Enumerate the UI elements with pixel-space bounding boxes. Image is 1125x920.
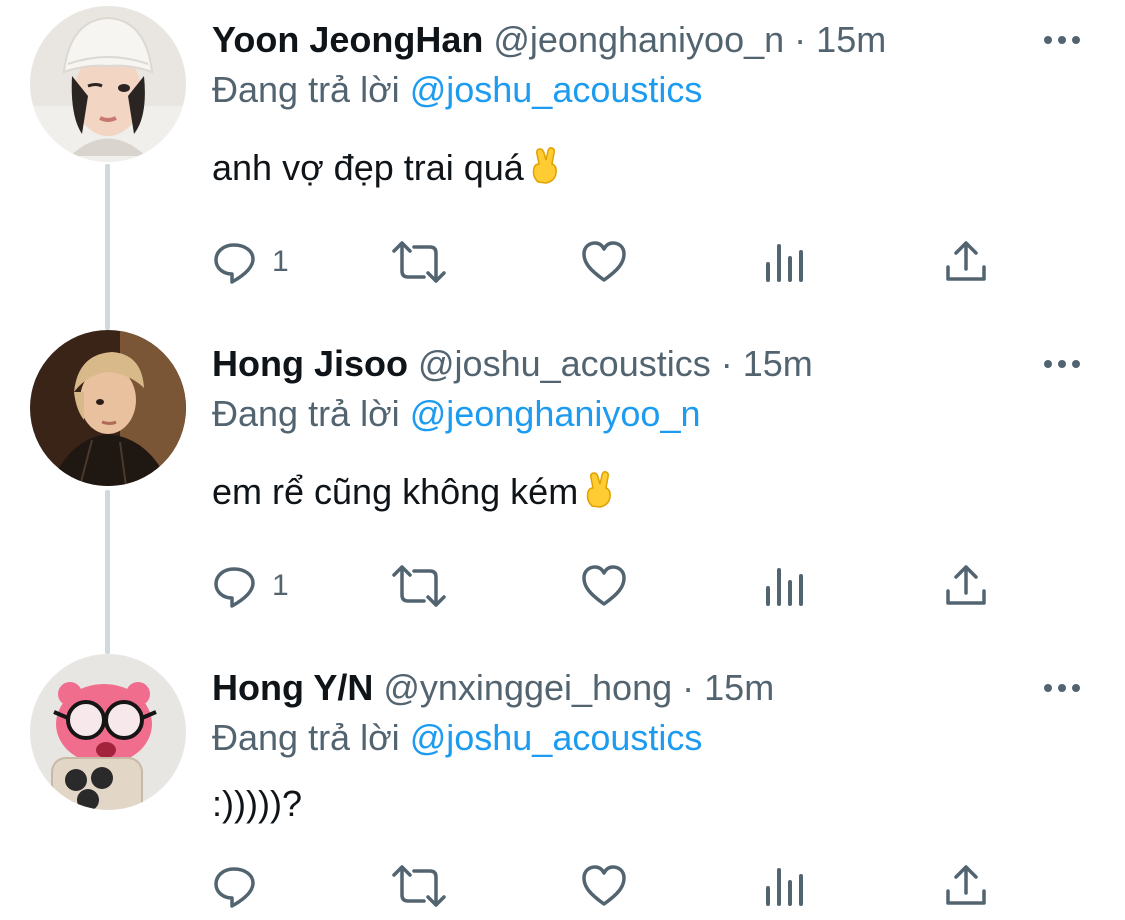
avatar[interactable]: [30, 330, 186, 486]
mention-link[interactable]: @joshu_acoustics: [410, 69, 703, 110]
user-handle[interactable]: @jeonghaniyoo_n: [493, 19, 784, 60]
reply-button[interactable]: 1: [212, 234, 289, 290]
display-name[interactable]: Yoon JeongHan: [212, 19, 483, 60]
tweet-text-content: em rể cũng không kém: [212, 471, 579, 512]
like-button[interactable]: [580, 234, 642, 290]
user-handle[interactable]: @joshu_acoustics: [418, 343, 711, 384]
retweet-icon: [392, 565, 446, 607]
crossed-fingers-emoji: [530, 146, 560, 196]
analytics-icon: [766, 244, 803, 282]
mention-link[interactable]: @joshu_acoustics: [410, 717, 703, 758]
tweet-actions: 1: [212, 558, 1012, 614]
retweet-button[interactable]: [390, 234, 462, 290]
share-icon: [946, 565, 986, 605]
analytics-icon: [766, 568, 803, 606]
tweet-text-content: :)))))?: [212, 783, 302, 824]
more-icon[interactable]: [1040, 28, 1084, 52]
timestamp[interactable]: 15m: [816, 19, 886, 60]
tweet-actions: [212, 858, 1012, 914]
tweet-header: Hong Y/N @ynxinggei_hong · 15m: [212, 666, 774, 710]
timestamp[interactable]: 15m: [704, 667, 774, 708]
reply-icon: [214, 867, 255, 908]
share-icon: [946, 241, 986, 281]
replying-to-label: Đang trả lời: [212, 69, 400, 110]
reply-count: 1: [272, 245, 289, 278]
crossed-fingers-emoji: [584, 470, 614, 520]
separator-dot: ·: [794, 19, 807, 60]
reply-button[interactable]: [212, 858, 272, 914]
tweet[interactable]: Hong Jisoo @joshu_acoustics · 15m Đang t…: [0, 330, 1125, 630]
separator-dot: ·: [682, 667, 695, 708]
retweet-button[interactable]: [390, 558, 462, 614]
replying-to-label: Đang trả lời: [212, 393, 400, 434]
display-name[interactable]: Hong Y/N: [212, 667, 373, 708]
share-button[interactable]: [944, 558, 988, 614]
tweet-text: anh vợ đẹp trai quá: [212, 144, 560, 196]
analytics-button[interactable]: [764, 858, 806, 914]
like-icon: [582, 865, 626, 906]
tweet-actions: 1: [212, 234, 1012, 290]
tweet-header: Yoon JeongHan @jeonghaniyoo_n · 15m: [212, 18, 886, 62]
tweet-text: em rể cũng không kém: [212, 468, 614, 520]
share-icon: [946, 865, 986, 905]
retweet-icon: [392, 241, 446, 283]
avatar[interactable]: [30, 6, 186, 162]
mention-link[interactable]: @jeonghaniyoo_n: [410, 393, 701, 434]
reply-icon: [214, 243, 255, 284]
tweet-text-content: anh vợ đẹp trai quá: [212, 147, 524, 188]
like-button[interactable]: [580, 558, 642, 614]
more-icon[interactable]: [1040, 352, 1084, 376]
avatar[interactable]: [30, 654, 186, 810]
like-icon: [582, 241, 626, 282]
like-button[interactable]: [580, 858, 642, 914]
share-button[interactable]: [944, 858, 988, 914]
tweet-text: :)))))?: [212, 780, 302, 828]
reply-button[interactable]: 1: [212, 558, 289, 614]
timestamp[interactable]: 15m: [743, 343, 813, 384]
reply-count: 1: [272, 569, 289, 602]
analytics-button[interactable]: [764, 558, 806, 614]
reply-icon: [214, 567, 255, 608]
retweet-button[interactable]: [390, 858, 462, 914]
replying-to-label: Đang trả lời: [212, 717, 400, 758]
replying-to: Đang trả lời @joshu_acoustics: [212, 68, 702, 112]
replying-to: Đang trả lời @jeonghaniyoo_n: [212, 392, 700, 436]
like-icon: [582, 565, 626, 606]
analytics-icon: [766, 868, 803, 906]
tweet[interactable]: Hong Y/N @ynxinggei_hong · 15m Đang trả …: [0, 654, 1125, 920]
analytics-button[interactable]: [764, 234, 806, 290]
tweet-header: Hong Jisoo @joshu_acoustics · 15m: [212, 342, 813, 386]
tweet[interactable]: Yoon JeongHan @jeonghaniyoo_n · 15m Đang…: [0, 6, 1125, 306]
more-icon[interactable]: [1040, 676, 1084, 700]
display-name[interactable]: Hong Jisoo: [212, 343, 408, 384]
retweet-icon: [392, 865, 446, 907]
separator-dot: ·: [720, 343, 733, 384]
share-button[interactable]: [944, 234, 988, 290]
user-handle[interactable]: @ynxinggei_hong: [383, 667, 672, 708]
replying-to: Đang trả lời @joshu_acoustics: [212, 716, 702, 760]
